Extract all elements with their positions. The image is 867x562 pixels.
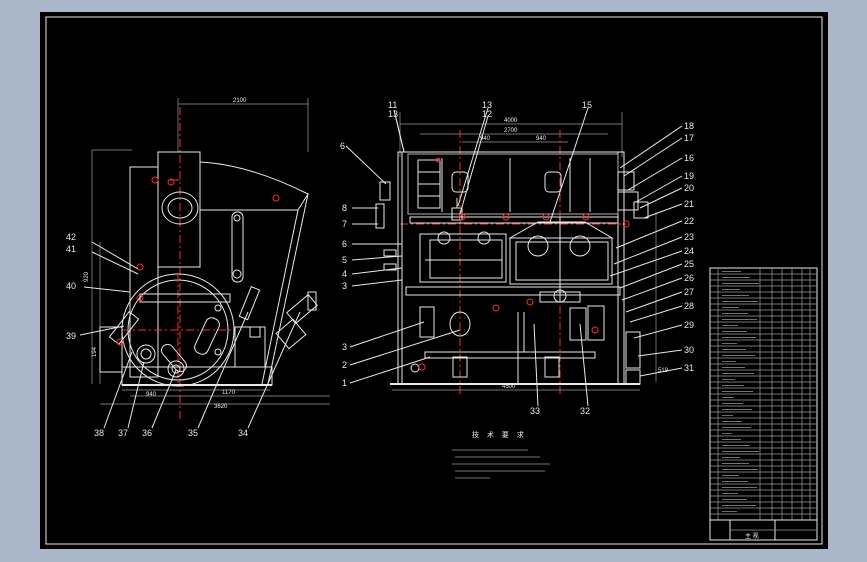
callout-3-top: 3 xyxy=(342,281,347,291)
callout-38: 38 xyxy=(94,428,104,438)
callout-20: 20 xyxy=(684,183,694,193)
callout-29: 29 xyxy=(684,320,694,330)
side-view: 2100 940 1170 3620 920 194 42 41 40 39 3… xyxy=(66,98,330,438)
notes-title: 技 术 要 求 xyxy=(472,430,527,439)
callout-36: 36 xyxy=(142,428,152,438)
parts-list xyxy=(709,267,818,521)
callout-16: 16 xyxy=(684,153,694,163)
dim-right-top-b: 2700 xyxy=(504,128,518,134)
callout-23: 23 xyxy=(684,232,694,242)
callout-27: 27 xyxy=(684,287,694,297)
callout-13-left: 13 xyxy=(388,109,398,119)
callout-17: 17 xyxy=(684,133,694,143)
callout-32: 32 xyxy=(580,406,590,416)
callout-41: 41 xyxy=(66,244,76,254)
callout-40: 40 xyxy=(66,281,76,291)
dim-left-top: 2100 xyxy=(233,98,247,104)
dim-left-side: 194 xyxy=(92,346,98,357)
callout-25: 25 xyxy=(684,259,694,269)
dim-left-bottom-a: 1170 xyxy=(222,390,236,396)
dim-right-top-c2: 940 xyxy=(536,136,547,142)
callout-7: 7 xyxy=(342,219,347,229)
technical-notes: 技 术 要 求 xyxy=(452,430,550,479)
callout-6-top: 6 xyxy=(340,141,345,151)
callout-6-mid: 6 xyxy=(342,239,347,249)
callout-30: 30 xyxy=(684,345,694,355)
callout-4: 4 xyxy=(342,269,347,279)
callout-2: 2 xyxy=(342,360,347,370)
inner-border xyxy=(45,16,823,545)
callout-18: 18 xyxy=(684,121,694,131)
title-block: 主 视 xyxy=(709,519,818,541)
dim-left-bottom-b: 3620 xyxy=(214,404,228,410)
callout-39: 39 xyxy=(66,331,76,341)
callout-5: 5 xyxy=(342,255,347,265)
dim-right-bottom: 4500 xyxy=(502,384,516,390)
callout-8: 8 xyxy=(342,203,347,213)
callout-15: 15 xyxy=(582,100,592,110)
dim-right-top-a: 4000 xyxy=(504,118,518,124)
callout-37: 37 xyxy=(118,428,128,438)
callout-1: 1 xyxy=(342,378,347,388)
callout-35: 35 xyxy=(188,428,198,438)
callout-24: 24 xyxy=(684,246,694,256)
callout-31: 31 xyxy=(684,363,694,373)
callout-19: 19 xyxy=(684,171,694,181)
callout-42: 42 xyxy=(66,232,76,242)
drawing-sheet: 2100 940 1170 3620 920 194 42 41 40 39 3… xyxy=(40,12,828,549)
callout-28: 28 xyxy=(684,301,694,311)
callout-22: 22 xyxy=(684,216,694,226)
cad-drawing: 2100 940 1170 3620 920 194 42 41 40 39 3… xyxy=(45,16,823,545)
front-view: 4000 2700 940 940 4500 519 6 8 7 6 5 4 3… xyxy=(340,100,694,416)
dim-left-height: 920 xyxy=(84,271,90,282)
callout-33: 33 xyxy=(530,406,540,416)
callout-34: 34 xyxy=(238,428,248,438)
callout-26: 26 xyxy=(684,273,694,283)
dim-left-bottom-c: 940 xyxy=(146,392,157,398)
callout-3-bottom: 3 xyxy=(342,342,347,352)
callout-21: 21 xyxy=(684,199,694,209)
callout-12: 12 xyxy=(482,109,492,119)
title-block-main: 主 视 xyxy=(745,532,759,540)
